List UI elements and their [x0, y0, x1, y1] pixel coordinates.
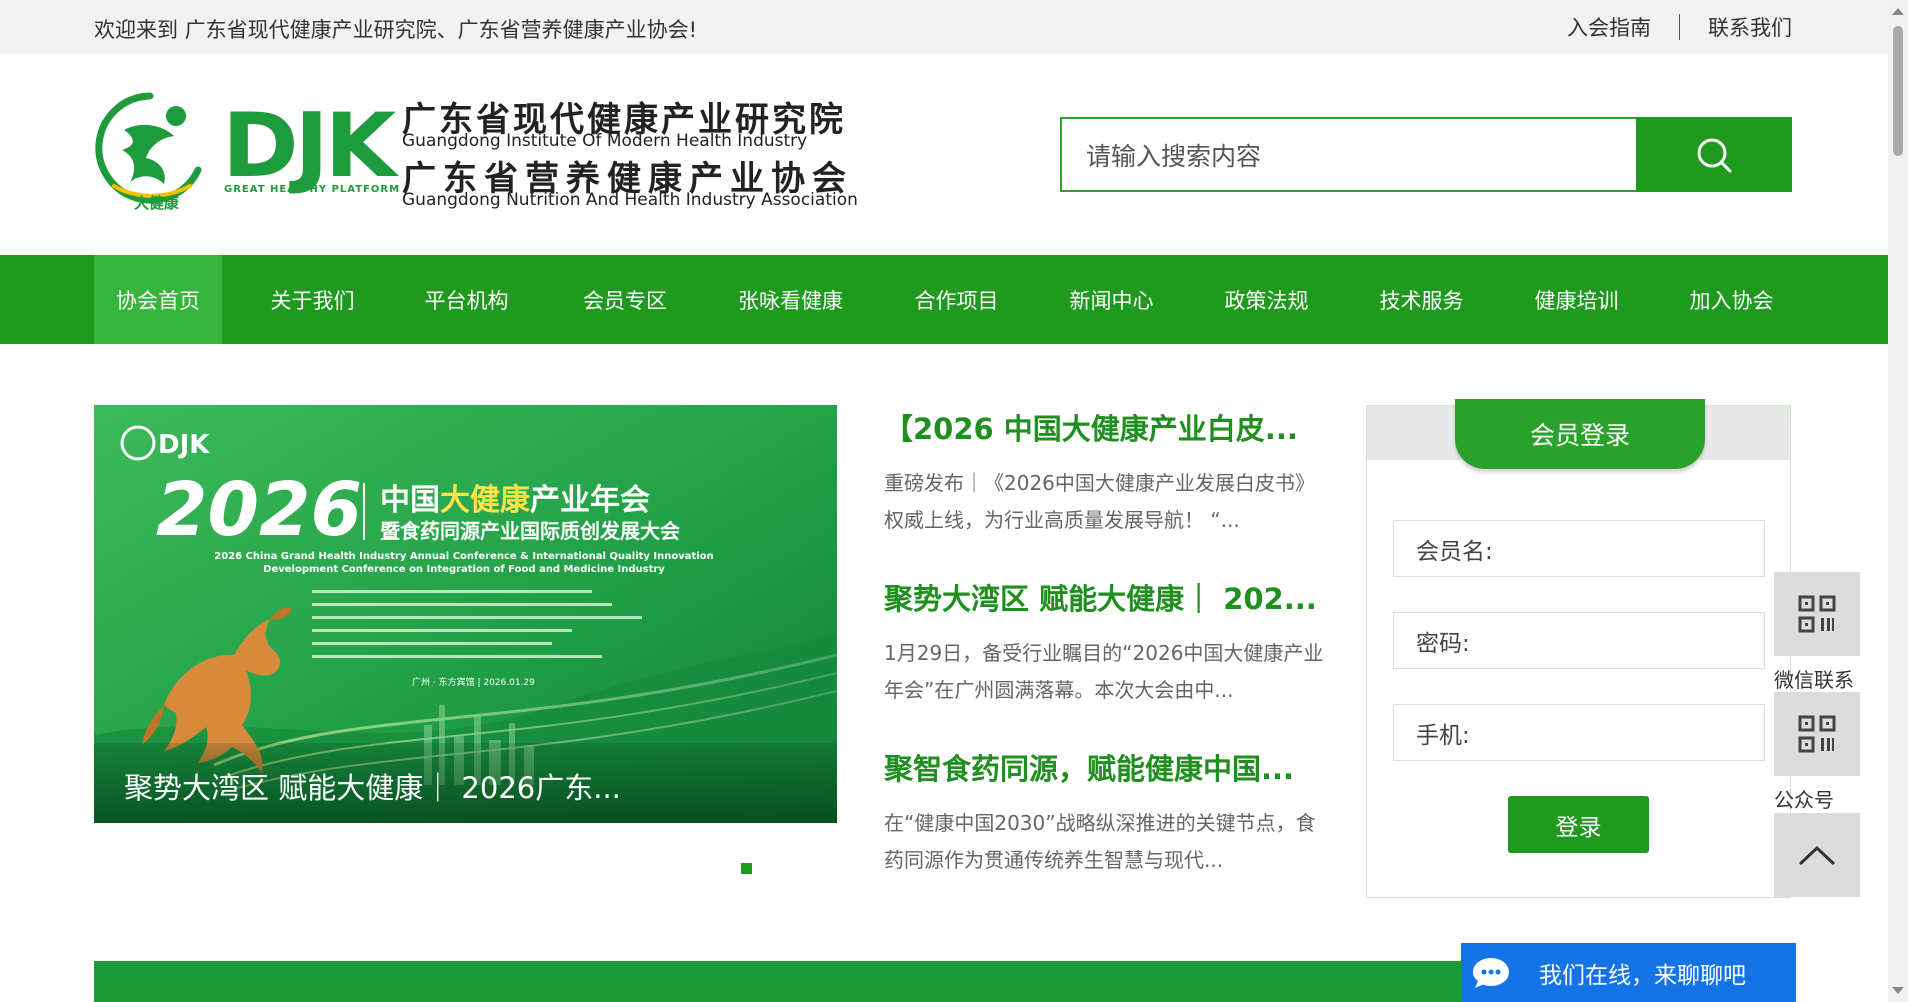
- banner-title-a: 中国: [380, 483, 440, 518]
- news-item[interactable]: 聚势大湾区 赋能大健康｜ 202... 1月29日，备受行业瞩目的“2026中国…: [884, 577, 1324, 745]
- news-item[interactable]: 【2026 中国大健康产业白皮... 重磅发布｜《2026中国大健康产业发展白皮…: [884, 407, 1324, 575]
- qrcode-icon: [1798, 595, 1836, 633]
- banner-logo: DJK: [158, 430, 210, 460]
- logo-text[interactable]: DJK: [222, 102, 396, 190]
- banner-caption: 聚势大湾区 赋能大健康｜ 2026广东...: [94, 743, 837, 823]
- nav-item-join[interactable]: 加入协会: [1672, 255, 1791, 344]
- carousel-indicator[interactable]: [741, 863, 752, 874]
- wechat-contact-button[interactable]: [1774, 572, 1860, 656]
- chat-text: 我们在线，来聊聊吧: [1539, 962, 1746, 989]
- nav-item-policy[interactable]: 政策法规: [1171, 255, 1362, 344]
- banner-caption-text[interactable]: 聚势大湾区 赋能大健康｜ 2026广东...: [124, 765, 621, 807]
- top-bar: 欢迎来到 广东省现代健康产业研究院、广东省营养健康产业协会! 入会指南 联系我们: [0, 0, 1888, 54]
- banner-place-date: 广州 · 东方宾馆 | 2026.01.29: [412, 676, 535, 688]
- banner-year: 2026: [156, 467, 362, 553]
- news-summary: 在“健康中国2030”战略纵深推进的关键节点，食药同源作为贯通传统养生智慧与现代…: [884, 811, 1316, 872]
- nav-item-tech-service[interactable]: 技术服务: [1362, 255, 1481, 344]
- banner-title-b: 大健康: [440, 483, 531, 518]
- banner-subtitle: 暨食药同源产业国际质创发展大会: [380, 519, 680, 543]
- nav-item-cooperation[interactable]: 合作项目: [861, 255, 1052, 344]
- public-account-button[interactable]: [1774, 692, 1860, 776]
- qrcode-icon: [1798, 715, 1836, 753]
- news-title[interactable]: 聚势大湾区 赋能大健康｜ 202...: [884, 577, 1324, 621]
- banner-slide[interactable]: DJK 2026 中国大健康产业年会 暨食药同源产业国际质创发展大会 2026 …: [94, 405, 837, 823]
- news-title[interactable]: 聚智食药同源，赋能健康中国...: [884, 747, 1324, 791]
- news-item[interactable]: 聚智食药同源，赋能健康中国... 在“健康中国2030”战略纵深推进的关键节点，…: [884, 747, 1324, 915]
- top-links: 入会指南 联系我们: [1567, 12, 1792, 42]
- nav-item-zhangyong-health[interactable]: 张咏看健康: [720, 255, 861, 344]
- login-button[interactable]: 登录: [1508, 796, 1649, 853]
- member-login-panel: 会员登录 会员名: 密码: 手机: 登录: [1366, 399, 1791, 898]
- news-summary: 1月29日，备受行业瞩目的“2026中国大健康产业年会”在广州圆满落幕。本次大会…: [884, 641, 1324, 702]
- page-scrollbar[interactable]: [1888, 0, 1908, 1002]
- online-chat-button[interactable]: 我们在线，来聊聊吧: [1461, 943, 1796, 1002]
- banner-title-c: 产业年会: [530, 483, 650, 518]
- contact-us-link[interactable]: 联系我们: [1708, 12, 1792, 42]
- public-account-label: 公众号: [1774, 788, 1834, 812]
- join-guide-link[interactable]: 入会指南: [1567, 12, 1651, 42]
- logo-mark-text: 大健康: [134, 194, 180, 212]
- password-field[interactable]: 密码:: [1393, 612, 1765, 669]
- scroll-down-arrow-icon[interactable]: [1892, 987, 1904, 994]
- main-nav: 协会首页 关于我们 平台机构 会员专区 张咏看健康 合作项目 新闻中心 政策法规…: [0, 255, 1888, 344]
- search-icon: [1697, 138, 1732, 172]
- org-name-en-1: Guangdong Institute Of Modern Health Ind…: [402, 131, 808, 151]
- scroll-up-arrow-icon[interactable]: [1892, 8, 1904, 15]
- svg-text:中国大健康产业年会: 中国大健康产业年会: [380, 483, 650, 518]
- nav-item-members[interactable]: 会员专区: [530, 255, 720, 344]
- chevron-up-icon: [1798, 845, 1836, 866]
- phone-field[interactable]: 手机:: [1393, 704, 1765, 761]
- nav-item-home[interactable]: 协会首页: [94, 255, 222, 344]
- search-input[interactable]: 请输入搜索内容: [1060, 117, 1636, 192]
- welcome-text: 欢迎来到 广东省现代健康产业研究院、广东省营养健康产业协会!: [94, 18, 698, 42]
- divider: [1679, 14, 1680, 40]
- login-title: 会员登录: [1455, 399, 1705, 469]
- nav-item-about[interactable]: 关于我们: [222, 255, 403, 344]
- back-to-top-button[interactable]: [1774, 813, 1860, 897]
- news-list: 【2026 中国大健康产业白皮... 重磅发布｜《2026中国大健康产业发展白皮…: [884, 405, 1324, 915]
- news-title[interactable]: 【2026 中国大健康产业白皮...: [884, 407, 1324, 451]
- wechat-contact-label: 微信联系: [1774, 668, 1854, 692]
- search-button[interactable]: [1636, 117, 1792, 192]
- chat-bubble-icon: [1473, 957, 1509, 988]
- search-bar: 请输入搜索内容: [1060, 117, 1792, 192]
- nav-item-news[interactable]: 新闻中心: [1052, 255, 1171, 344]
- member-name-field[interactable]: 会员名:: [1393, 520, 1765, 577]
- logo-emblem-icon[interactable]: 大健康: [94, 90, 206, 218]
- banner-title-en: 2026 China Grand Health Industry Annual …: [214, 551, 714, 575]
- nav-item-platform[interactable]: 平台机构: [403, 255, 530, 344]
- news-summary: 重磅发布｜《2026中国大健康产业发展白皮书》权威上线，为行业高质量发展导航！ …: [884, 471, 1315, 532]
- org-name-en-2: Guangdong Nutrition And Health Industry …: [402, 190, 858, 210]
- logo-subtitle: GREAT HEALTHY PLATFORM: [224, 184, 401, 195]
- nav-item-training[interactable]: 健康培训: [1481, 255, 1672, 344]
- scrollbar-thumb[interactable]: [1893, 26, 1903, 156]
